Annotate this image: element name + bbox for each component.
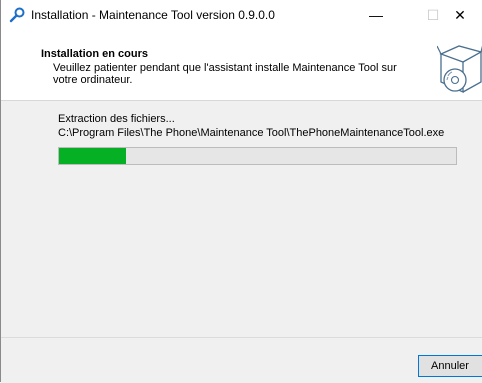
close-button[interactable]: ✕: [437, 0, 482, 30]
page-title: Installation en cours: [41, 48, 148, 60]
installer-window: Installation - Maintenance Tool version …: [0, 0, 482, 383]
header-banner: Installation en cours Veuillez patienter…: [1, 30, 482, 101]
current-file-path: C:\Program Files\The Phone\Maintenance T…: [58, 127, 445, 139]
progress-bar-fill: [59, 148, 127, 164]
package-cd-icon: [437, 45, 482, 94]
footer-bar: Annuler: [1, 337, 482, 383]
status-text: Extraction des fichiers...: [58, 113, 175, 125]
title-bar[interactable]: Installation - Maintenance Tool version …: [1, 0, 482, 30]
window-title: Installation - Maintenance Tool version …: [31, 8, 275, 22]
install-progress-panel: Extraction des fichiers... C:\Program Fi…: [1, 101, 482, 337]
installer-wrench-icon: [9, 7, 25, 23]
minimize-button[interactable]: —: [353, 0, 399, 30]
cancel-button[interactable]: Annuler: [418, 355, 482, 377]
progress-bar: [58, 147, 457, 165]
page-description: Veuillez patienter pendant que l'assista…: [53, 62, 397, 86]
